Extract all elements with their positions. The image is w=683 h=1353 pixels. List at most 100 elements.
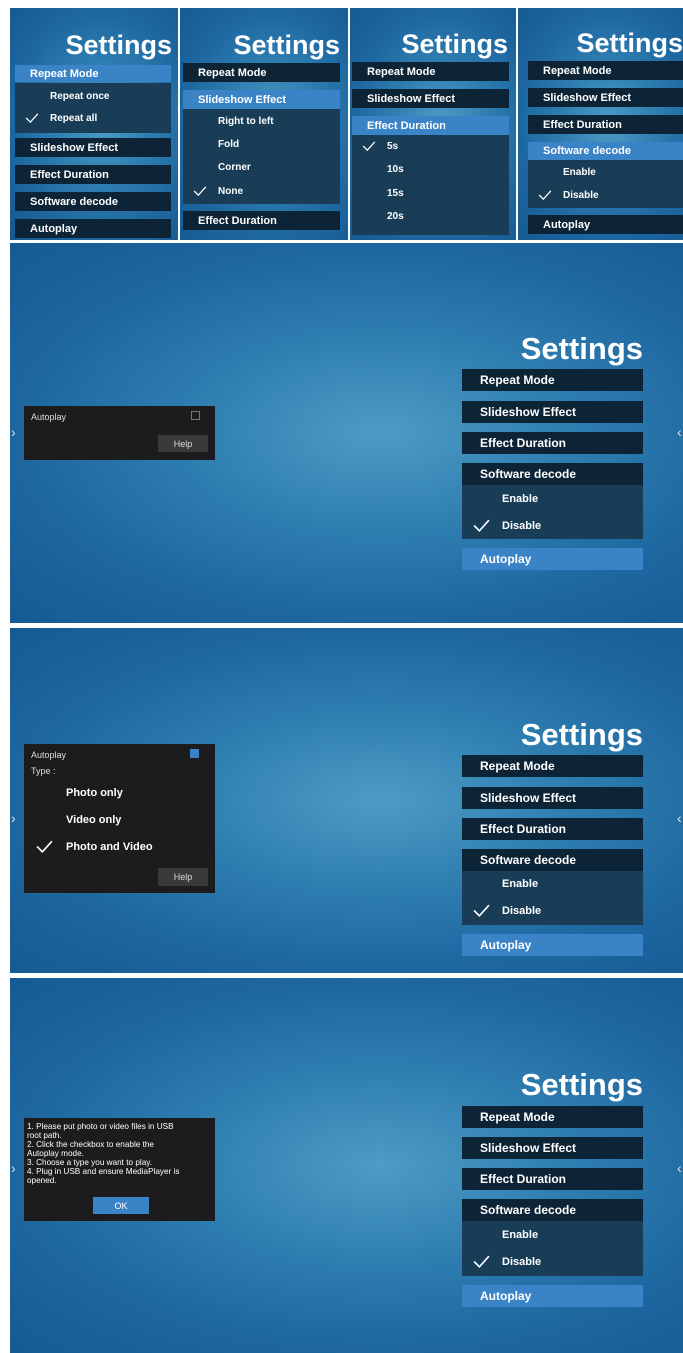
menu-item-effect-duration[interactable]: Effect Duration — [528, 115, 683, 134]
menu-item-effect-duration[interactable]: Effect Duration — [462, 1168, 643, 1190]
effect-duration-submenu: 5s 10s 15s 20s — [352, 135, 509, 235]
checkmark-icon — [473, 904, 490, 917]
type-option-photo-and-video[interactable]: Photo and Video — [24, 839, 215, 855]
option-enable[interactable]: Enable — [462, 490, 643, 508]
type-option-photo-only[interactable]: Photo only — [24, 785, 215, 801]
page-title: Settings — [520, 1067, 643, 1102]
option-label: None — [218, 185, 243, 197]
page-title: Settings — [233, 30, 340, 60]
menu-item-label: Slideshow Effect — [30, 141, 119, 154]
autoplay-checkbox[interactable] — [190, 749, 199, 758]
menu-item-autoplay[interactable]: Autoplay — [462, 1285, 643, 1307]
option-none[interactable]: None — [183, 183, 340, 199]
checkmark-icon — [36, 840, 53, 853]
help-button[interactable]: Help — [158, 868, 208, 886]
menu-item-label: Effect Duration — [30, 168, 109, 181]
menu-item-software-decode[interactable]: Software decode — [528, 142, 683, 160]
menu-item-slideshow-effect[interactable]: Slideshow Effect — [462, 1137, 643, 1159]
menu-item-autoplay[interactable]: Autoplay — [15, 219, 171, 238]
autoplay-popup: Autoplay Type : Photo only Video only Ph… — [24, 744, 215, 893]
menu-item-label: Repeat Mode — [30, 67, 99, 80]
menu-item-software-decode[interactable]: Software decode — [15, 192, 171, 211]
menu-item-autoplay[interactable]: Autoplay — [462, 548, 643, 570]
menu-item-label: Repeat Mode — [198, 66, 267, 79]
menu-item-repeat-mode[interactable]: Repeat Mode — [183, 63, 340, 82]
left-nav-arrow[interactable]: › — [11, 811, 16, 825]
option-label: Corner — [218, 161, 251, 173]
menu-item-repeat-mode[interactable]: Repeat Mode — [528, 61, 683, 80]
menu-item-slideshow-effect[interactable]: Slideshow Effect — [528, 88, 683, 107]
option-15s[interactable]: 15s — [352, 185, 509, 201]
option-disable[interactable]: Disable — [462, 902, 643, 920]
menu-item-slideshow-effect[interactable]: Slideshow Effect — [462, 401, 643, 423]
menu-item-effect-duration[interactable]: Effect Duration — [183, 211, 340, 230]
help-line: 2. Click the checkbox to enable the — [27, 1140, 154, 1149]
left-nav-arrow[interactable]: › — [11, 1161, 16, 1175]
option-disable[interactable]: Disable — [528, 187, 683, 203]
option-disable[interactable]: Disable — [462, 517, 643, 535]
menu-item-software-decode[interactable]: Software decode — [462, 849, 643, 871]
ok-button[interactable]: OK — [93, 1197, 149, 1214]
menu-item-repeat-mode[interactable]: Repeat Mode — [352, 62, 509, 81]
menu-item-repeat-mode[interactable]: Repeat Mode — [15, 65, 171, 82]
autoplay-help-dialog: 1. Please put photo or video files in US… — [24, 1118, 215, 1221]
menu-item-label: Slideshow Effect — [480, 405, 577, 419]
option-label: Enable — [502, 493, 539, 505]
page-title: Settings — [576, 28, 683, 58]
autoplay-label: Autoplay — [31, 750, 67, 760]
help-line: 3. Choose a type you want to play. — [27, 1158, 153, 1167]
right-nav-arrow[interactable]: ‹ — [677, 425, 682, 439]
menu-item-label: Effect Duration — [543, 118, 622, 131]
option-fold[interactable]: Fold — [183, 136, 340, 152]
help-line: root path. — [27, 1131, 62, 1140]
help-line: opened. — [27, 1176, 57, 1185]
menu-item-slideshow-effect[interactable]: Slideshow Effect — [15, 138, 171, 157]
option-enable[interactable]: Enable — [528, 164, 683, 180]
checkmark-icon — [25, 113, 39, 123]
menu-item-effect-duration[interactable]: Effect Duration — [462, 818, 643, 840]
left-nav-arrow[interactable]: › — [11, 425, 16, 439]
option-corner[interactable]: Corner — [183, 159, 340, 175]
option-right-to-left[interactable]: Right to left — [183, 113, 340, 129]
help-button[interactable]: Help — [158, 435, 208, 452]
type-option-video-only[interactable]: Video only — [24, 812, 215, 828]
menu-item-repeat-mode[interactable]: Repeat Mode — [462, 1106, 643, 1128]
menu-item-autoplay[interactable]: Autoplay — [528, 215, 683, 234]
autoplay-checkbox[interactable] — [191, 411, 200, 420]
menu-item-slideshow-effect[interactable]: Slideshow Effect — [352, 89, 509, 108]
option-enable[interactable]: Enable — [462, 1226, 643, 1244]
menu-item-label: Software decode — [480, 467, 577, 481]
menu-item-repeat-mode[interactable]: Repeat Mode — [462, 369, 643, 391]
option-repeat-once[interactable]: Repeat once — [15, 88, 171, 104]
right-nav-arrow[interactable]: ‹ — [677, 1161, 682, 1175]
slideshow-effect-submenu: Right to left Fold Corner None — [183, 109, 340, 204]
menu-item-effect-duration[interactable]: Effect Duration — [462, 432, 643, 454]
option-10s[interactable]: 10s — [352, 161, 509, 177]
option-label: Enable — [502, 1229, 539, 1241]
menu-item-effect-duration[interactable]: Effect Duration — [15, 165, 171, 184]
option-label: Repeat all — [50, 112, 98, 124]
option-disable[interactable]: Disable — [462, 1253, 643, 1271]
menu-item-repeat-mode[interactable]: Repeat Mode — [462, 755, 643, 777]
option-label: Disable — [502, 1256, 542, 1268]
menu-item-label: Software decode — [543, 145, 632, 157]
checkmark-icon — [538, 190, 552, 200]
software-decode-submenu: Enable Disable — [462, 485, 643, 539]
menu-item-software-decode[interactable]: Software decode — [462, 463, 643, 485]
help-text: 1. Please put photo or video files in US… — [27, 1122, 213, 1185]
right-nav-arrow[interactable]: ‹ — [677, 811, 682, 825]
menu-item-effect-duration[interactable]: Effect Duration — [352, 116, 509, 135]
option-label: 5s — [387, 140, 399, 152]
option-20s[interactable]: 20s — [352, 208, 509, 224]
option-repeat-all[interactable]: Repeat all — [15, 110, 171, 126]
help-line: 4. Plug in USB and ensure MediaPlayer is — [27, 1167, 180, 1176]
menu-item-slideshow-effect[interactable]: Slideshow Effect — [183, 90, 340, 109]
option-enable[interactable]: Enable — [462, 875, 643, 893]
menu-item-slideshow-effect[interactable]: Slideshow Effect — [462, 787, 643, 809]
option-label: Photo and Video — [66, 841, 153, 853]
autoplay-popup: Autoplay Help — [24, 406, 215, 460]
menu-item-autoplay[interactable]: Autoplay — [462, 934, 643, 956]
menu-item-software-decode[interactable]: Software decode — [462, 1199, 643, 1221]
option-5s[interactable]: 5s — [352, 138, 509, 154]
page-title: Settings — [520, 331, 643, 366]
